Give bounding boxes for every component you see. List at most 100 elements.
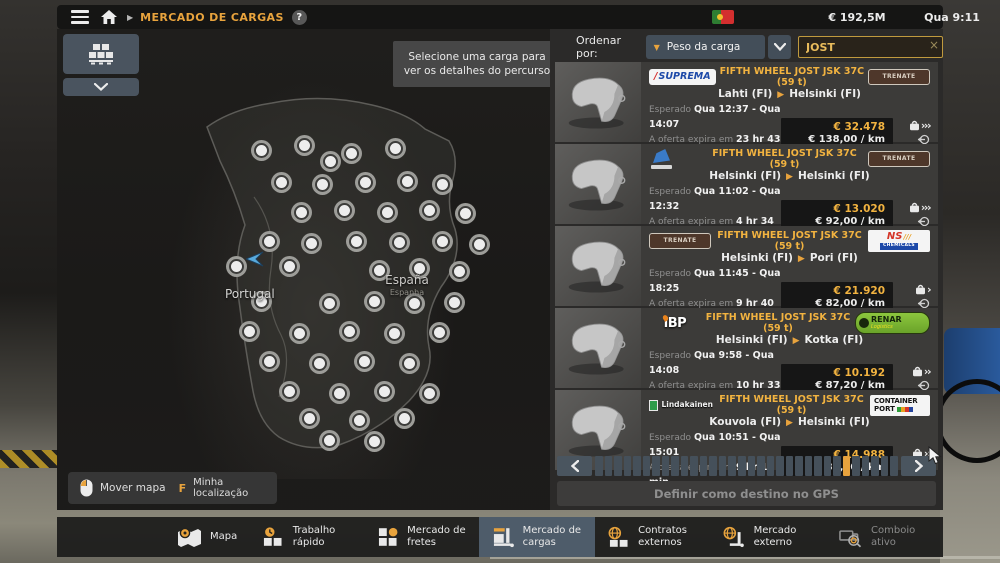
clear-search-icon[interactable]: × xyxy=(929,38,939,52)
scrollbar-segment[interactable] xyxy=(700,456,708,476)
job-marker[interactable] xyxy=(422,386,437,401)
job-marker[interactable] xyxy=(242,324,257,339)
scrollbar-segment[interactable] xyxy=(757,456,765,476)
job-marker[interactable] xyxy=(402,356,417,371)
job-marker[interactable] xyxy=(294,205,309,220)
job-marker[interactable] xyxy=(282,384,297,399)
tab-trabalho-rapido[interactable]: Trabalho rápido xyxy=(249,517,364,557)
job-marker[interactable] xyxy=(377,384,392,399)
job-marker[interactable] xyxy=(302,411,317,426)
job-marker[interactable] xyxy=(400,174,415,189)
job-marker[interactable] xyxy=(282,259,297,274)
scrollbar-segment[interactable] xyxy=(767,456,775,476)
job-marker[interactable] xyxy=(432,325,447,340)
job-marker[interactable] xyxy=(472,237,487,252)
cargo-offer-row[interactable]: SUPREMA FIFTH WHEEL JOST JSK 37C (59 t) … xyxy=(555,62,938,142)
job-marker[interactable] xyxy=(262,354,277,369)
job-marker[interactable] xyxy=(435,234,450,249)
job-marker[interactable] xyxy=(292,326,307,341)
scrollbar-segment[interactable] xyxy=(719,456,727,476)
help-button[interactable]: ? xyxy=(292,10,307,25)
scrollbar-segment[interactable] xyxy=(824,456,832,476)
tab-contratos-externos[interactable]: Contratos externos xyxy=(595,517,710,557)
search-input[interactable] xyxy=(798,36,943,58)
scrollbar-segment[interactable] xyxy=(871,456,879,476)
scrollbar-segment[interactable] xyxy=(748,456,756,476)
scrollbar-segment[interactable] xyxy=(624,456,632,476)
job-marker[interactable] xyxy=(358,175,373,190)
scrollbar-segment[interactable] xyxy=(881,456,889,476)
job-marker[interactable] xyxy=(322,433,337,448)
job-marker[interactable] xyxy=(435,177,450,192)
job-marker[interactable] xyxy=(349,234,364,249)
tab-mercado-externo[interactable]: Mercado externo xyxy=(710,517,825,557)
scrollbar-segment[interactable] xyxy=(890,456,898,476)
scroll-right-button[interactable] xyxy=(901,456,936,476)
job-marker[interactable] xyxy=(392,235,407,250)
cargo-offer-row[interactable]: TRENATE FIFTH WHEEL JOST JSK 37C (59 t) … xyxy=(555,226,938,306)
job-marker[interactable] xyxy=(315,177,330,192)
job-marker[interactable] xyxy=(387,326,402,341)
scrollbar-segment[interactable] xyxy=(662,456,670,476)
job-marker[interactable] xyxy=(262,234,277,249)
scrollbar-segment[interactable] xyxy=(633,456,641,476)
scrollbar-segment[interactable] xyxy=(728,456,736,476)
set-gps-destination-button[interactable]: Definir como destino no GPS xyxy=(557,481,936,506)
job-marker[interactable] xyxy=(229,259,244,274)
job-marker[interactable] xyxy=(380,205,395,220)
cargo-offer-row[interactable]: FIFTH WHEEL JOST JSK 37C (59 t) TRENATE … xyxy=(555,144,938,224)
job-marker[interactable] xyxy=(397,411,412,426)
scrollbar-segment[interactable] xyxy=(852,456,860,476)
job-marker[interactable] xyxy=(367,434,382,449)
tab-mapa[interactable]: Mapa xyxy=(165,517,249,557)
job-marker[interactable] xyxy=(312,356,327,371)
job-marker[interactable] xyxy=(332,386,347,401)
scroll-left-button[interactable] xyxy=(557,456,592,476)
job-marker[interactable] xyxy=(254,143,269,158)
job-marker[interactable] xyxy=(352,413,367,428)
job-marker[interactable] xyxy=(452,264,467,279)
job-marker[interactable] xyxy=(407,296,422,311)
scrollbar-segment[interactable] xyxy=(652,456,660,476)
scrollbar-segment[interactable] xyxy=(814,456,822,476)
job-marker[interactable] xyxy=(422,203,437,218)
job-marker[interactable] xyxy=(304,236,319,251)
scrollbar-segment[interactable] xyxy=(643,456,651,476)
scrollbar-segment[interactable] xyxy=(595,456,603,476)
scrollbar-segment[interactable] xyxy=(862,456,870,476)
job-marker[interactable] xyxy=(274,175,289,190)
scrollbar-segment[interactable] xyxy=(805,456,813,476)
job-marker[interactable] xyxy=(323,154,338,169)
map-panel[interactable]: Portugal España Espanha Selecione uma ca… xyxy=(57,29,550,510)
scrollbar-segment[interactable] xyxy=(614,456,622,476)
scrollbar-segment[interactable] xyxy=(786,456,794,476)
job-marker[interactable] xyxy=(342,324,357,339)
scrollbar-segment[interactable] xyxy=(605,456,613,476)
job-marker[interactable] xyxy=(344,146,359,161)
scrollbar-segment[interactable] xyxy=(776,456,784,476)
scrollbar-segment[interactable] xyxy=(709,456,717,476)
job-marker[interactable] xyxy=(322,296,337,311)
scrollbar-segment[interactable] xyxy=(690,456,698,476)
tab-mercado-de-fretes[interactable]: Mercado de fretes xyxy=(365,517,479,557)
cargo-filter-button[interactable] xyxy=(63,34,139,74)
sort-dropdown[interactable]: ▼ Peso da carga xyxy=(646,35,766,59)
collapse-filter-button[interactable] xyxy=(63,78,139,96)
scrollbar-segment[interactable] xyxy=(795,456,803,476)
sort-dropdown-toggle[interactable] xyxy=(768,35,791,59)
job-marker[interactable] xyxy=(447,295,462,310)
tab-mercado-de-cargas[interactable]: Mercado de cargas xyxy=(479,517,594,557)
home-icon[interactable] xyxy=(101,10,117,24)
scrollbar-segment[interactable] xyxy=(681,456,689,476)
job-marker[interactable] xyxy=(297,138,312,153)
scrollbar-segment[interactable] xyxy=(833,456,841,476)
scrollbar-segment[interactable] xyxy=(671,456,679,476)
scrollbar-segment[interactable] xyxy=(738,456,746,476)
scrollbar-segment[interactable] xyxy=(843,456,851,476)
job-marker[interactable] xyxy=(357,354,372,369)
job-marker[interactable] xyxy=(388,141,403,156)
menu-icon[interactable] xyxy=(71,10,89,24)
cargo-offer-row[interactable]: iBP FIFTH WHEEL JOST JSK 37C (59 t) RENA… xyxy=(555,308,938,388)
job-marker[interactable] xyxy=(458,206,473,221)
job-marker[interactable] xyxy=(337,203,352,218)
